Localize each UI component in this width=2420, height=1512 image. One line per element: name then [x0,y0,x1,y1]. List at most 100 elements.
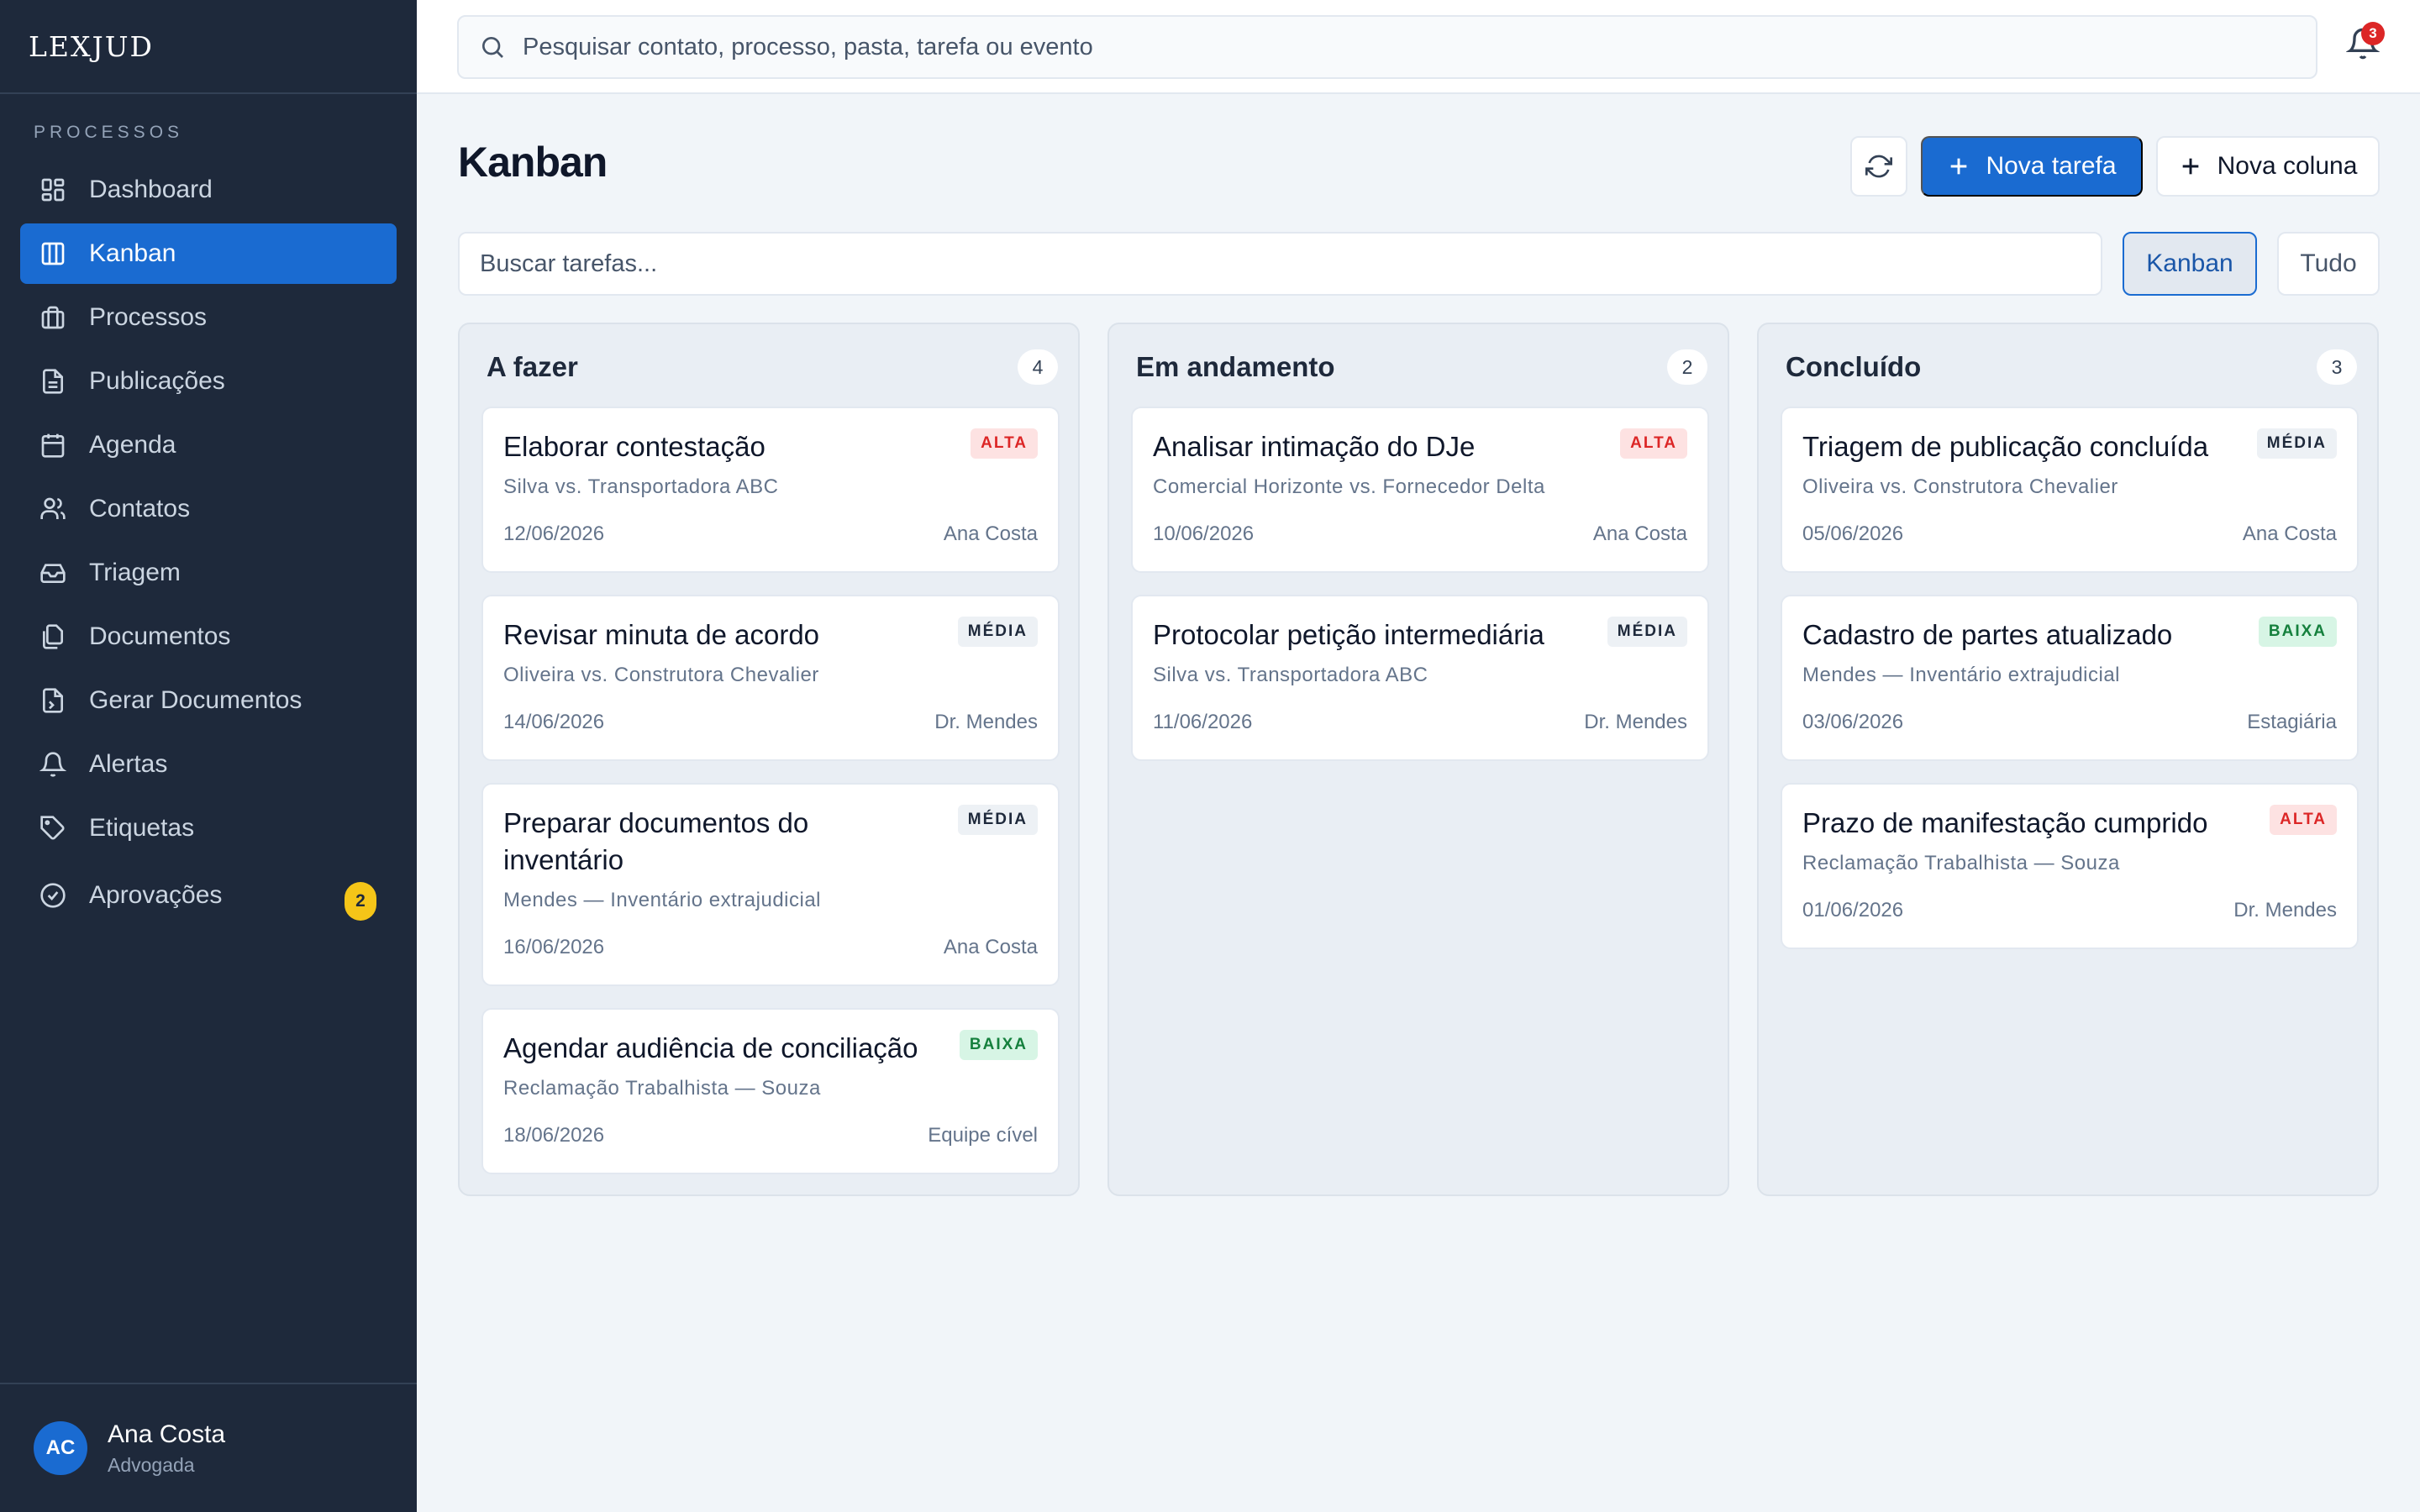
task-card[interactable]: Cadastro de partes atualizado BAIXA Mend… [1781,595,2359,761]
user-profile[interactable]: AC Ana Costa Advogada [0,1383,417,1512]
column-title: A fazer [487,351,578,382]
task-date: 18/06/2026 [503,1124,605,1147]
calendar-icon [39,431,67,459]
sidebar-item-label: Dashboard [89,176,213,203]
task-case: Oliveira vs. Construtora Chevalier [1802,475,2118,498]
sidebar-item-label: Publicações [89,367,225,395]
task-card[interactable]: Triagem de publicação concluída MÉDIA Ol… [1781,407,2359,573]
task-card[interactable]: Agendar audiência de conciliação BAIXA R… [481,1008,1060,1174]
kanban-column-a-fazer: A fazer 4 Elaborar contestação ALTA Silv… [458,323,1080,1196]
refresh-button[interactable] [1850,136,1907,197]
task-date: 01/06/2026 [1802,899,1904,921]
user-name: Ana Costa [108,1420,226,1448]
task-card[interactable]: Protocolar petição intermediária MÉDIA S… [1131,595,1709,761]
task-date: 16/06/2026 [503,936,605,958]
task-title: Prazo de manifestação cumprido [1802,807,2208,838]
task-title: Preparar documentos do inventário [503,807,809,875]
task-owner: Dr. Mendes [2233,899,2337,921]
sidebar-item-processos[interactable]: Processos [20,287,397,348]
column-count: 4 [1018,349,1058,385]
task-owner: Ana Costa [1592,522,1687,545]
sidebar-item-label: Kanban [89,239,176,267]
sidebar-item-triagem[interactable]: Triagem [20,543,397,603]
avatar: AC [34,1421,87,1475]
priority-badge: BAIXA [959,1030,1038,1060]
task-date: 11/06/2026 [1153,711,1253,733]
task-case: Reclamação Trabalhista — Souza [503,1077,821,1100]
sidebar-item-label: Alertas [89,750,168,778]
new-column-button[interactable]: Nova coluna [2156,136,2380,197]
task-case: Comercial Horizonte vs. Fornecedor Delta [1153,475,1545,498]
tag-icon [39,814,67,843]
task-title: Protocolar petição intermediária [1153,619,1544,650]
task-card[interactable]: Analisar intimação do DJe ALTA Comercial… [1131,407,1709,573]
briefcase-icon [39,303,67,332]
global-search[interactable] [457,15,2317,79]
sidebar-item-kanban[interactable]: Kanban [20,223,397,284]
task-card[interactable]: Elaborar contestação ALTA Silva vs. Tran… [481,407,1060,573]
sidebar-item-label: Contatos [89,495,191,522]
sidebar-item-gerar-documentos[interactable]: Gerar Documentos [20,670,397,731]
task-card[interactable]: Prazo de manifestação cumprido ALTA Recl… [1781,783,2359,949]
task-case: Mendes — Inventário extrajudicial [503,889,822,911]
plus-icon [1951,158,1967,175]
search-icon [482,37,503,58]
priority-badge: ALTA [2270,805,2337,835]
nav-section-label: PROCESSOS [34,123,184,142]
sidebar-item-dashboard[interactable]: Dashboard [20,160,397,220]
priority-badge: MÉDIA [957,805,1038,835]
task-date: 10/06/2026 [1153,522,1255,545]
task-title: Analisar intimação do DJe [1153,431,1476,462]
new-column-label: Nova coluna [2217,152,2358,180]
task-owner: Dr. Mendes [1584,711,1687,733]
task-owner: Equipe cível [928,1124,1038,1147]
task-case: Mendes — Inventário extrajudicial [1802,664,2121,686]
bell-icon [39,750,67,779]
task-date: 05/06/2026 [1802,522,1904,545]
inbox-icon [39,559,67,587]
page-title: Kanban [458,139,608,186]
sidebar-item-label: Processos [89,303,208,331]
task-card[interactable]: Revisar minuta de acordo MÉDIA Oliveira … [481,595,1060,761]
task-case: Silva vs. Transportadora ABC [1153,664,1428,686]
sidebar-item-label: Triagem [89,559,181,586]
task-card[interactable]: Preparar documentos do inventário MÉDIA … [481,783,1060,986]
sidebar-item-agenda[interactable]: Agenda [20,415,397,475]
priority-badge: ALTA [971,428,1038,459]
sidebar-item-alertas[interactable]: Alertas [20,734,397,795]
user-role: Advogada [108,1453,195,1476]
kanban-column-em-andamento: Em andamento 2 Analisar intimação do DJe… [1107,323,1729,1196]
file-text-icon [39,367,67,396]
task-date: 12/06/2026 [503,522,605,545]
priority-badge: MÉDIA [957,617,1038,647]
column-title: Concluído [1786,351,1922,382]
sidebar-item-publicacoes[interactable]: Publicações [20,351,397,412]
task-owner: Ana Costa [2242,522,2337,545]
sidebar-item-contatos[interactable]: Contatos [20,479,397,539]
kanban-icon [39,239,67,268]
column-count: 3 [2317,349,2357,385]
sidebar: LEXJUD PROCESSOS Dashboard Kanban Proces… [0,0,417,1512]
new-task-button[interactable]: Nova tarefa [1921,136,2143,197]
sidebar-item-etiquetas[interactable]: Etiquetas [20,798,397,858]
notifications-count-badge: 3 [2361,22,2385,45]
task-case: Reclamação Trabalhista — Souza [1802,852,2120,874]
dashboard-icon [39,176,67,204]
task-owner: Estagiária [2247,711,2337,733]
task-search-input[interactable] [480,249,2076,278]
sidebar-item-aprovacoes[interactable]: Aprovações 2 [20,865,397,926]
topbar: 3 [417,0,2420,94]
sidebar-item-label: Etiquetas [89,814,195,842]
task-date: 14/06/2026 [503,711,605,733]
new-task-label: Nova tarefa [1986,152,2117,180]
sidebar-item-label: Documentos [89,622,231,650]
task-search[interactable] [458,232,2102,296]
task-title: Revisar minuta de acordo [503,619,820,650]
global-search-input[interactable] [523,33,2287,61]
task-date: 03/06/2026 [1802,711,1904,733]
view-toggle-kanban[interactable]: Kanban [2123,232,2257,296]
view-toggle-all[interactable]: Tudo [2277,232,2380,296]
app-logo[interactable]: LEXJUD [29,30,154,63]
priority-badge: MÉDIA [2256,428,2337,459]
sidebar-item-documentos[interactable]: Documentos [20,606,397,667]
